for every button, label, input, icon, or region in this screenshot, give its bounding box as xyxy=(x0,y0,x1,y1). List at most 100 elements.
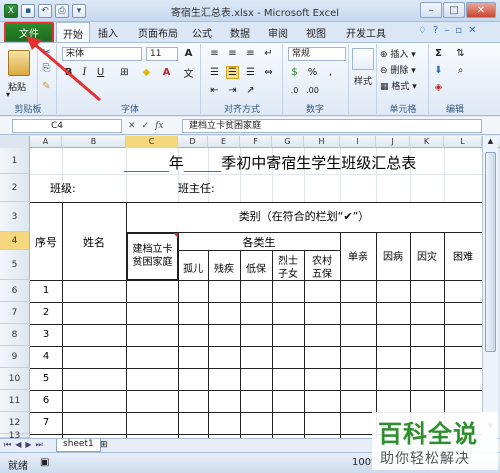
column-header-i[interactable]: I xyxy=(340,136,376,148)
autosum-icon[interactable]: Σ xyxy=(432,47,445,60)
row-header-1[interactable]: 1 xyxy=(0,148,30,174)
column-header-g[interactable]: G xyxy=(272,136,304,148)
seq-header[interactable]: 序号 xyxy=(30,234,62,250)
orphan-header[interactable]: 孤儿 xyxy=(178,260,208,275)
decrease-indent-icon[interactable]: ⇤ xyxy=(208,84,221,97)
wubao-header-line2[interactable]: 五保 xyxy=(304,265,340,280)
cancel-icon[interactable]: ✕ xyxy=(128,121,136,131)
single-parent-header[interactable]: 单亲 xyxy=(340,248,376,263)
column-header-d[interactable]: D xyxy=(178,136,208,148)
macro-record-icon[interactable]: ▣ xyxy=(40,457,49,468)
insert-cells-button[interactable]: ⊕ 插入 ▾ xyxy=(380,47,416,60)
poor-family-header-line2[interactable]: 贫困家庭 xyxy=(127,253,178,268)
maximize-button[interactable]: □ xyxy=(443,2,465,18)
undo-icon[interactable]: ↶ xyxy=(38,4,52,18)
last-sheet-icon[interactable]: ⏭ xyxy=(36,440,43,450)
font-color-icon[interactable]: A xyxy=(160,66,173,79)
percent-icon[interactable]: % xyxy=(306,66,319,79)
increase-indent-icon[interactable]: ⇥ xyxy=(226,84,239,97)
name-header[interactable]: 姓名 xyxy=(62,234,126,250)
align-center-icon[interactable]: ☰ xyxy=(226,66,239,79)
doc-minimize-icon[interactable]: – xyxy=(444,25,449,36)
seq-cell[interactable]: 2 xyxy=(30,307,62,318)
seq-cell[interactable]: 6 xyxy=(30,395,62,406)
column-header-f[interactable]: F xyxy=(240,136,272,148)
scroll-thumb[interactable] xyxy=(485,152,496,352)
row-header-11[interactable]: 11 xyxy=(0,390,30,412)
seq-cell[interactable]: 5 xyxy=(30,373,62,384)
format-cells-button[interactable]: ▦ 格式 ▾ xyxy=(380,79,417,92)
first-sheet-icon[interactable]: ⏮ xyxy=(4,440,11,450)
doc-restore-icon[interactable]: ▫ xyxy=(455,25,462,36)
martyr-header-line2[interactable]: 子女 xyxy=(272,265,304,280)
tab-developer[interactable]: 开发工具 xyxy=(346,25,386,40)
hardship-header[interactable]: 困难 xyxy=(444,248,482,263)
seq-cell[interactable]: 1 xyxy=(30,285,62,296)
dibao-header[interactable]: 低保 xyxy=(240,260,272,275)
row-header-4[interactable]: 4 xyxy=(0,232,30,250)
help-icon[interactable]: ? xyxy=(433,25,438,36)
seq-cell[interactable]: 7 xyxy=(30,417,62,428)
row-header-2[interactable]: 2 xyxy=(0,174,30,202)
doc-close-icon[interactable]: ✕ xyxy=(468,25,476,36)
tab-formulas[interactable]: 公式 xyxy=(192,25,212,40)
scroll-up-icon[interactable]: ▲ xyxy=(484,137,497,149)
styles-icon[interactable] xyxy=(352,48,374,70)
find-select-icon[interactable]: ⌕ xyxy=(454,64,467,77)
font-size-select[interactable]: 11 xyxy=(146,47,178,61)
align-left-icon[interactable]: ☰ xyxy=(208,66,221,79)
row-header-9[interactable]: 9 xyxy=(0,346,30,368)
row-header-8[interactable]: 8 xyxy=(0,324,30,346)
column-header-b[interactable]: B xyxy=(62,136,126,148)
seq-cell[interactable]: 4 xyxy=(30,351,62,362)
name-box[interactable]: C4 xyxy=(12,119,122,133)
column-header-c[interactable]: C xyxy=(126,136,178,148)
row-header-3[interactable]: 3 xyxy=(0,202,30,232)
currency-icon[interactable]: $ xyxy=(288,66,301,79)
increase-decimal-icon[interactable]: .0 xyxy=(288,84,301,97)
phonetic-icon[interactable]: 文 xyxy=(182,66,195,80)
next-sheet-icon[interactable]: ▶ xyxy=(25,440,31,450)
tab-data[interactable]: 数据 xyxy=(230,25,250,40)
border-icon[interactable]: ⊞ xyxy=(118,66,131,79)
column-header-a[interactable]: A xyxy=(30,136,62,148)
worksheet-grid[interactable]: ______年_____季初中寄宿生学生班级汇总表 班级: 班主任: 类别（在符… xyxy=(30,148,482,438)
paste-dropdown-icon[interactable]: ▾ xyxy=(6,90,10,99)
disaster-header[interactable]: 因灾 xyxy=(410,248,444,263)
other-students-header[interactable]: 各类生 xyxy=(178,234,340,250)
insert-function-button[interactable]: fx xyxy=(155,121,163,131)
row-header-5[interactable]: 5 xyxy=(0,250,30,280)
clear-icon[interactable]: ◈ xyxy=(432,81,445,94)
print-icon[interactable]: ⎙ xyxy=(55,4,69,18)
delete-cells-button[interactable]: ⊖ 删除 ▾ xyxy=(380,63,416,76)
row-header-10[interactable]: 10 xyxy=(0,368,30,390)
sheet-tab-sheet1[interactable]: sheet1 xyxy=(56,439,101,452)
styles-button[interactable]: 样式 xyxy=(354,74,372,87)
seq-cell[interactable]: 3 xyxy=(30,329,62,340)
wrap-text-icon[interactable]: ↵ xyxy=(262,47,275,60)
align-right-icon[interactable]: ☰ xyxy=(244,66,257,79)
collapse-ribbon-icon[interactable]: ♢ xyxy=(418,25,427,36)
column-header-e[interactable]: E xyxy=(208,136,240,148)
column-header-j[interactable]: J xyxy=(376,136,410,148)
sort-filter-icon[interactable]: ⇅ xyxy=(454,47,467,60)
minimize-button[interactable]: – xyxy=(420,2,442,18)
enter-icon[interactable]: ✓ xyxy=(142,121,150,131)
sheet-title[interactable]: ______年_____季初中寄宿生学生班级汇总表 xyxy=(70,152,470,173)
illness-header[interactable]: 因病 xyxy=(376,248,410,263)
decrease-decimal-icon[interactable]: .00 xyxy=(306,84,319,97)
excel-icon[interactable]: X xyxy=(4,4,18,18)
save-icon[interactable]: ▪ xyxy=(21,4,35,18)
fill-color-icon[interactable]: ◆ xyxy=(140,66,153,79)
prev-sheet-icon[interactable]: ◀ xyxy=(15,440,21,450)
select-all-corner[interactable] xyxy=(0,136,30,148)
column-header-k[interactable]: K xyxy=(410,136,444,148)
disabled-header[interactable]: 残疾 xyxy=(208,260,240,275)
row-header-7[interactable]: 7 xyxy=(0,302,30,324)
comma-icon[interactable]: , xyxy=(324,66,337,79)
category-header[interactable]: 类别（在符合的栏划“✔”） xyxy=(126,208,482,224)
align-middle-icon[interactable]: ≡ xyxy=(226,47,239,60)
vertical-scrollbar[interactable]: ▲ ▼ xyxy=(482,136,498,438)
number-format-select[interactable]: 常规 xyxy=(288,47,346,61)
customize-icon[interactable]: ▾ xyxy=(72,4,86,18)
